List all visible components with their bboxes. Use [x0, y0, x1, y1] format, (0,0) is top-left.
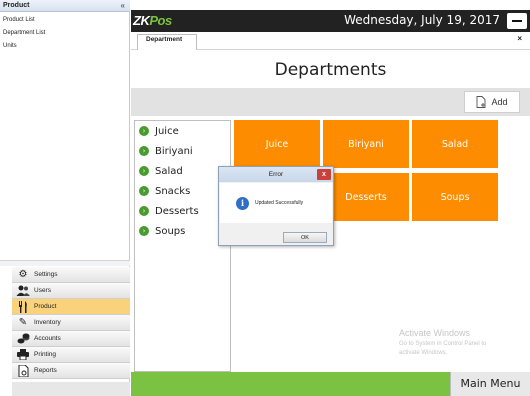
- report-icon: [16, 364, 30, 377]
- nav-reports[interactable]: Reports: [12, 363, 130, 379]
- department-name: Juice: [155, 125, 179, 137]
- ok-button[interactable]: OK: [283, 232, 327, 243]
- logo-zk: ZK: [133, 13, 150, 28]
- department-tile[interactable]: Biriyani: [323, 120, 409, 168]
- bullet-icon: ›: [139, 206, 149, 216]
- users-icon: [16, 285, 30, 297]
- add-document-icon: [477, 96, 486, 108]
- coins-icon: [16, 333, 30, 345]
- nav-label: Settings: [34, 271, 58, 278]
- collapse-icon[interactable]: «: [121, 0, 125, 12]
- department-list: › Juice › Biriyani › Salad › Snacks › Dessert…: [134, 120, 231, 372]
- bottom-bar: Main Menu: [131, 372, 530, 396]
- sidebar: Product « Product List Department List U…: [0, 0, 130, 396]
- nav-label: Product: [34, 303, 57, 310]
- bullet-icon: ›: [139, 146, 149, 156]
- pencil-icon: ✎: [18, 317, 28, 328]
- page-title: Departments: [274, 60, 387, 80]
- list-item[interactable]: › Soups: [135, 221, 230, 241]
- watermark-title: Activate Windows: [399, 328, 471, 338]
- bullet-icon: ›: [139, 166, 149, 176]
- department-name: Snacks: [155, 185, 191, 197]
- tab-bar: Department ×: [131, 32, 530, 50]
- activation-watermark: Activate Windows Go to System in Control…: [399, 328, 486, 358]
- department-name: Salad: [155, 165, 183, 177]
- gear-icon: ⚙: [18, 269, 28, 280]
- nav-product[interactable]: Product: [12, 299, 130, 315]
- nav-label: Reports: [34, 367, 57, 374]
- error-dialog: Error x i Updated Successfully OK: [218, 166, 334, 246]
- nav-printing[interactable]: Printing: [12, 347, 130, 363]
- module-nav: ⚙ Settings Users Product ✎ Inventory Acc…: [12, 267, 130, 379]
- watermark-line: activate Windows.: [399, 350, 448, 356]
- top-bar: ZKPos Wednesday, July 19, 2017: [131, 10, 530, 32]
- minimize-button[interactable]: [507, 13, 527, 29]
- info-icon: i: [236, 197, 249, 210]
- nav-users[interactable]: Users: [12, 283, 130, 299]
- sidebar-footer: [12, 382, 130, 396]
- department-name: Biriyani: [155, 145, 193, 157]
- tab-department[interactable]: Department: [137, 34, 197, 50]
- printer-icon: [16, 349, 30, 361]
- department-tile[interactable]: Soups: [412, 173, 498, 221]
- dialog-close-button[interactable]: x: [317, 169, 331, 180]
- add-label: Add: [491, 97, 508, 107]
- logo-pos: Pos: [149, 13, 172, 28]
- app-logo: ZKPos: [133, 13, 172, 28]
- bullet-icon: ›: [139, 226, 149, 236]
- nav-label: Users: [34, 287, 51, 294]
- list-item[interactable]: › Juice: [135, 121, 230, 141]
- list-item[interactable]: › Desserts: [135, 201, 230, 221]
- nav-accounts[interactable]: Accounts: [12, 331, 130, 347]
- main-menu-button[interactable]: Main Menu: [450, 372, 530, 396]
- bullet-icon: ›: [139, 126, 149, 136]
- dialog-body: i Updated Successfully: [220, 183, 332, 223]
- sidebar-item-product-list[interactable]: Product List: [0, 14, 130, 27]
- nav-inventory[interactable]: ✎ Inventory: [12, 315, 130, 331]
- bullet-icon: ›: [139, 186, 149, 196]
- watermark-text: Go to System in Control Panel to activat…: [399, 340, 486, 358]
- list-item[interactable]: › Biriyani: [135, 141, 230, 161]
- dialog-message: Updated Successfully: [255, 200, 304, 206]
- watermark-line: Go to System in Control Panel to: [399, 341, 487, 347]
- nav-label: Printing: [34, 351, 57, 358]
- close-tab-icon[interactable]: ×: [517, 34, 522, 43]
- department-tile[interactable]: Desserts: [323, 173, 409, 221]
- nav-label: Inventory: [34, 319, 61, 326]
- add-button[interactable]: Add: [464, 91, 520, 113]
- sidebar-header: Product «: [0, 0, 130, 12]
- department-name: Soups: [155, 225, 186, 237]
- toolbar: Add: [131, 88, 530, 116]
- date-display: Wednesday, July 19, 2017: [344, 13, 500, 27]
- sidebar-item-department-list[interactable]: Department List: [0, 27, 130, 40]
- nav-settings[interactable]: ⚙ Settings: [12, 267, 130, 283]
- nav-label: Accounts: [34, 335, 61, 342]
- department-name: Desserts: [155, 205, 199, 217]
- sidebar-list: Product List Department List Units: [0, 14, 130, 53]
- sidebar-item-units[interactable]: Units: [0, 40, 130, 53]
- sidebar-title: Product: [3, 2, 30, 9]
- department-tile[interactable]: Salad: [412, 120, 498, 168]
- dialog-title: Error: [219, 167, 333, 182]
- list-item[interactable]: › Salad: [135, 161, 230, 181]
- list-item[interactable]: › Snacks: [135, 181, 230, 201]
- department-tile[interactable]: Juice: [234, 120, 320, 168]
- sidebar-splitter[interactable]: [0, 260, 130, 266]
- fork-knife-icon: [16, 300, 30, 313]
